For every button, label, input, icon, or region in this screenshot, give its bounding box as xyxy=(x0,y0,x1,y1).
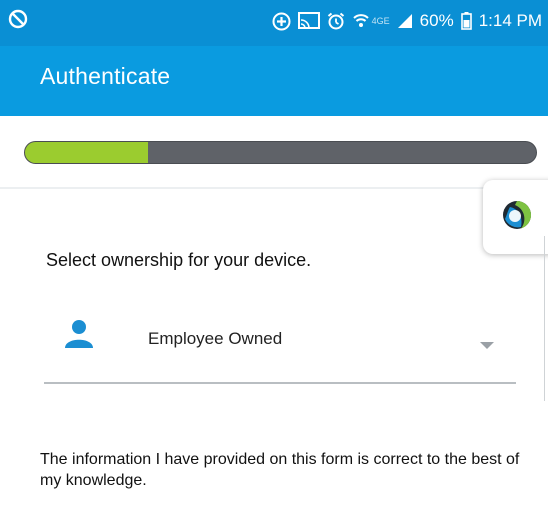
floating-launcher-button[interactable] xyxy=(483,180,548,254)
app-bar: Authenticate xyxy=(0,46,548,116)
battery-icon xyxy=(460,12,472,30)
chevron-down-icon[interactable] xyxy=(480,337,494,355)
ownership-dropdown[interactable]: Employee Owned xyxy=(44,304,516,384)
app-logo-icon xyxy=(503,201,532,229)
progress-bar xyxy=(24,141,537,164)
progress-fill xyxy=(25,142,148,163)
person-icon xyxy=(64,318,94,353)
add-circle-icon xyxy=(272,12,291,31)
blocked-icon xyxy=(8,9,28,29)
page-title: Authenticate xyxy=(40,63,171,89)
status-time: 1:14 PM xyxy=(478,11,542,30)
alarm-icon xyxy=(327,12,345,30)
status-bar: 4GE 60% 1:14 PM xyxy=(0,0,548,46)
dropdown-underline xyxy=(44,382,516,384)
panel-edge xyxy=(544,236,548,401)
cast-icon xyxy=(297,12,320,30)
status-icons: 4GE 60% 1:14 PM xyxy=(272,9,542,33)
ownership-selected-value: Employee Owned xyxy=(148,329,283,348)
signal-icon xyxy=(397,13,413,29)
network-type-label: 4GE xyxy=(371,16,390,26)
ownership-prompt: Select ownership for your device. xyxy=(46,250,312,270)
wifi-icon xyxy=(352,12,370,30)
disclaimer-text: The information I have provided on this … xyxy=(40,451,520,489)
battery-percent: 60% xyxy=(419,11,454,30)
divider xyxy=(0,187,548,189)
